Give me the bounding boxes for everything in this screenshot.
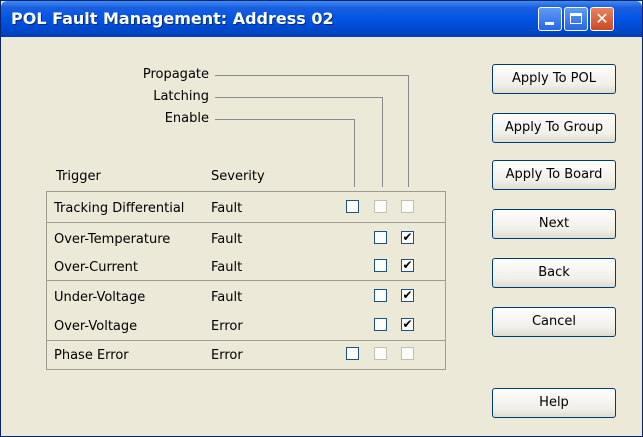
next-button[interactable]: Next	[492, 209, 616, 239]
trigger-header: Trigger	[56, 169, 101, 184]
trigger-phase-error: Phase Error	[54, 348, 129, 363]
trigger-tracking-differential: Tracking Differential	[54, 201, 185, 216]
severity-over-temperature: Fault	[211, 232, 243, 247]
latching-checkbox-over-temperature[interactable]	[374, 231, 387, 244]
close-icon: ✕	[595, 9, 609, 28]
maximize-button[interactable]	[564, 7, 588, 31]
severity-over-current: Fault	[211, 260, 243, 275]
apply-to-pol-button[interactable]: Apply To POL	[492, 64, 616, 94]
apply-to-board-button[interactable]: Apply To Board	[492, 160, 616, 190]
trigger-over-voltage: Over-Voltage	[54, 319, 138, 334]
propagate-checkbox-over-temperature[interactable]: ✔	[401, 230, 414, 244]
back-button[interactable]: Back	[492, 258, 616, 288]
title-bar[interactable]: POL Fault Management: Address 02 ✕	[1, 1, 642, 37]
propagate-label: Propagate	[142, 67, 209, 82]
fault-management-window: POL Fault Management: Address 02 ✕ Propa…	[0, 0, 643, 437]
cancel-button[interactable]: Cancel	[492, 307, 616, 337]
enable-leader-h	[215, 119, 355, 120]
propagate-leader-h	[215, 75, 409, 76]
minimize-icon	[545, 22, 554, 25]
latching-checkbox-over-voltage[interactable]	[374, 318, 387, 331]
help-button[interactable]: Help	[492, 388, 616, 418]
severity-over-voltage: Error	[211, 319, 243, 334]
window-title: POL Fault Management: Address 02	[11, 9, 334, 28]
apply-to-group-button[interactable]: Apply To Group	[492, 113, 616, 143]
propagate-leader-v	[408, 75, 409, 187]
latching-label: Latching	[153, 89, 209, 104]
maximize-icon	[570, 13, 582, 24]
propagate-checkbox-tracking-differential[interactable]	[401, 200, 414, 213]
check-icon: ✔	[402, 230, 413, 244]
propagate-checkbox-under-voltage[interactable]: ✔	[401, 288, 414, 302]
latching-checkbox-tracking-differential[interactable]	[374, 200, 387, 213]
trigger-over-temperature: Over-Temperature	[54, 232, 171, 247]
latching-checkbox-under-voltage[interactable]	[374, 289, 387, 302]
check-icon: ✔	[402, 288, 413, 302]
check-icon: ✔	[402, 258, 413, 272]
close-button[interactable]: ✕	[590, 7, 614, 31]
severity-header: Severity	[211, 169, 265, 184]
check-icon: ✔	[402, 317, 413, 331]
latching-leader-h	[215, 97, 383, 98]
latching-checkbox-phase-error[interactable]	[374, 347, 387, 360]
trigger-under-voltage: Under-Voltage	[54, 290, 146, 305]
severity-under-voltage: Fault	[211, 290, 243, 305]
propagate-checkbox-over-voltage[interactable]: ✔	[401, 317, 414, 331]
enable-checkbox-tracking-differential[interactable]	[346, 200, 359, 213]
enable-label: Enable	[164, 111, 209, 126]
propagate-checkbox-phase-error[interactable]	[401, 347, 414, 360]
severity-tracking-differential: Fault	[211, 201, 243, 216]
trigger-over-current: Over-Current	[54, 260, 138, 275]
enable-leader-v	[354, 119, 355, 187]
minimize-button[interactable]	[538, 7, 562, 31]
latching-checkbox-over-current[interactable]	[374, 259, 387, 272]
severity-phase-error: Error	[211, 348, 243, 363]
propagate-checkbox-over-current[interactable]: ✔	[401, 258, 414, 272]
enable-checkbox-phase-error[interactable]	[346, 347, 359, 360]
latching-leader-v	[382, 97, 383, 187]
